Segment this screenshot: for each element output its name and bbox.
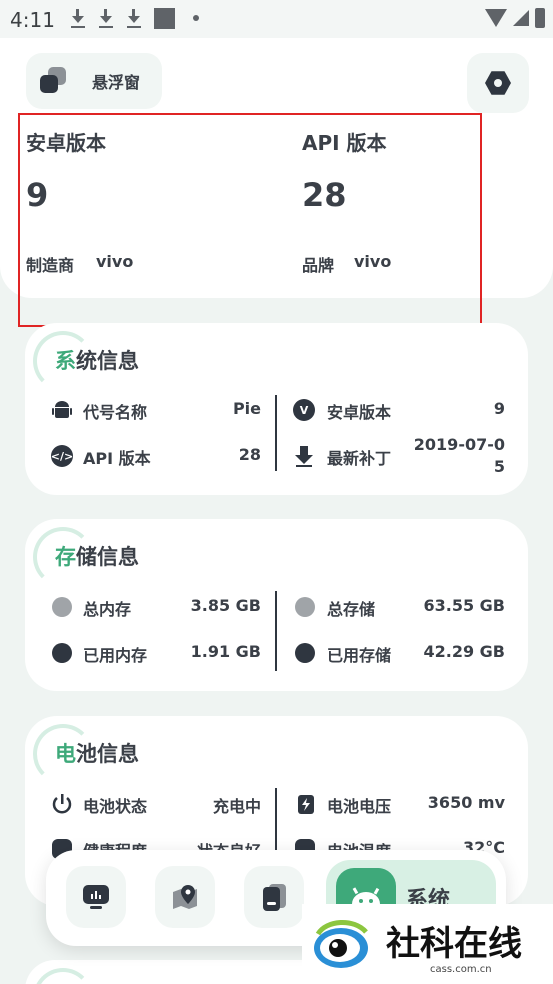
codename-label: 代号名称 bbox=[83, 403, 148, 422]
battery-voltage-value: 3650 mv bbox=[427, 793, 505, 812]
float-window-label: 悬浮窗 bbox=[92, 73, 141, 92]
card-title: 存储信息 bbox=[55, 545, 139, 569]
download-patch-icon bbox=[295, 446, 313, 467]
battery-bolt-icon bbox=[298, 795, 314, 814]
total-storage-label: 总存储 bbox=[327, 600, 376, 619]
settings-button[interactable] bbox=[467, 53, 529, 113]
used-storage-icon bbox=[295, 643, 315, 663]
api-version-label-row: API 版本 bbox=[83, 449, 151, 468]
float-window-icon bbox=[40, 67, 68, 95]
nav-monitor-button[interactable] bbox=[66, 866, 126, 928]
notification-icons bbox=[70, 7, 199, 29]
android-version-label-row: 安卓版本 bbox=[327, 403, 392, 422]
used-memory-value: 1.91 GB bbox=[190, 642, 261, 661]
column-divider bbox=[275, 395, 277, 471]
card-title: 系统信息 bbox=[55, 349, 139, 373]
monitor-icon bbox=[83, 885, 109, 909]
power-icon bbox=[52, 794, 72, 814]
total-memory-label: 总内存 bbox=[83, 600, 132, 619]
column-divider bbox=[275, 591, 277, 671]
battery-status-value: 充电中 bbox=[212, 797, 261, 816]
code-icon: </> bbox=[51, 445, 73, 467]
total-memory-icon bbox=[52, 597, 72, 617]
more-notifications-icon bbox=[193, 15, 199, 21]
cellular-signal-icon bbox=[513, 10, 529, 26]
download-icon bbox=[126, 7, 142, 29]
used-storage-value: 42.29 GB bbox=[423, 642, 505, 661]
location-icon bbox=[173, 885, 197, 909]
total-storage-value: 63.55 GB bbox=[423, 596, 505, 615]
codename-value: Pie bbox=[232, 399, 261, 418]
nav-location-button[interactable] bbox=[155, 866, 215, 928]
system-info-card[interactable]: 系统信息 代号名称 Pie V 安卓版本 9 </> API 版本 28 最新补… bbox=[25, 323, 528, 495]
android-version-value-row: 9 bbox=[493, 399, 505, 418]
card-decor-arc bbox=[33, 968, 93, 984]
used-memory-label: 已用内存 bbox=[83, 646, 148, 665]
highlight-box bbox=[18, 113, 482, 327]
latest-patch-label: 最新补丁 bbox=[327, 449, 392, 468]
v-badge-icon: V bbox=[293, 399, 315, 421]
storage-info-card[interactable]: 存储信息 总内存 3.85 GB 总存储 63.55 GB 已用内存 1.91 … bbox=[25, 519, 528, 691]
android-icon bbox=[52, 401, 72, 418]
system-icons bbox=[485, 8, 545, 28]
nav-storage-button[interactable] bbox=[244, 866, 304, 928]
watermark-url: cass.com.cn bbox=[430, 964, 492, 975]
status-bar: 4:11 bbox=[0, 0, 553, 38]
watermark-logo-icon bbox=[314, 920, 368, 968]
total-storage-icon bbox=[295, 597, 315, 617]
float-window-button[interactable]: 悬浮窗 bbox=[26, 53, 162, 109]
card-title: 电池信息 bbox=[55, 742, 139, 766]
wifi-icon bbox=[485, 9, 507, 27]
api-version-value-row: 28 bbox=[238, 445, 261, 464]
image-notification-icon bbox=[154, 7, 175, 29]
used-storage-label: 已用存储 bbox=[327, 646, 392, 665]
download-icon bbox=[98, 7, 114, 29]
total-memory-value: 3.85 GB bbox=[190, 596, 261, 615]
watermark-text: 社科在线 bbox=[386, 924, 522, 964]
latest-patch-value: 2019-07-0 5 bbox=[413, 435, 505, 476]
battery-voltage-label: 电池电压 bbox=[327, 797, 392, 816]
used-memory-icon bbox=[52, 643, 72, 663]
settings-hex-icon bbox=[485, 71, 511, 95]
watermark: 社科在线 cass.com.cn bbox=[302, 904, 553, 984]
status-time: 4:11 bbox=[10, 8, 55, 32]
battery-icon bbox=[535, 8, 545, 28]
battery-status-label: 电池状态 bbox=[83, 797, 148, 816]
download-icon bbox=[70, 7, 86, 29]
storage-icon bbox=[263, 884, 286, 911]
